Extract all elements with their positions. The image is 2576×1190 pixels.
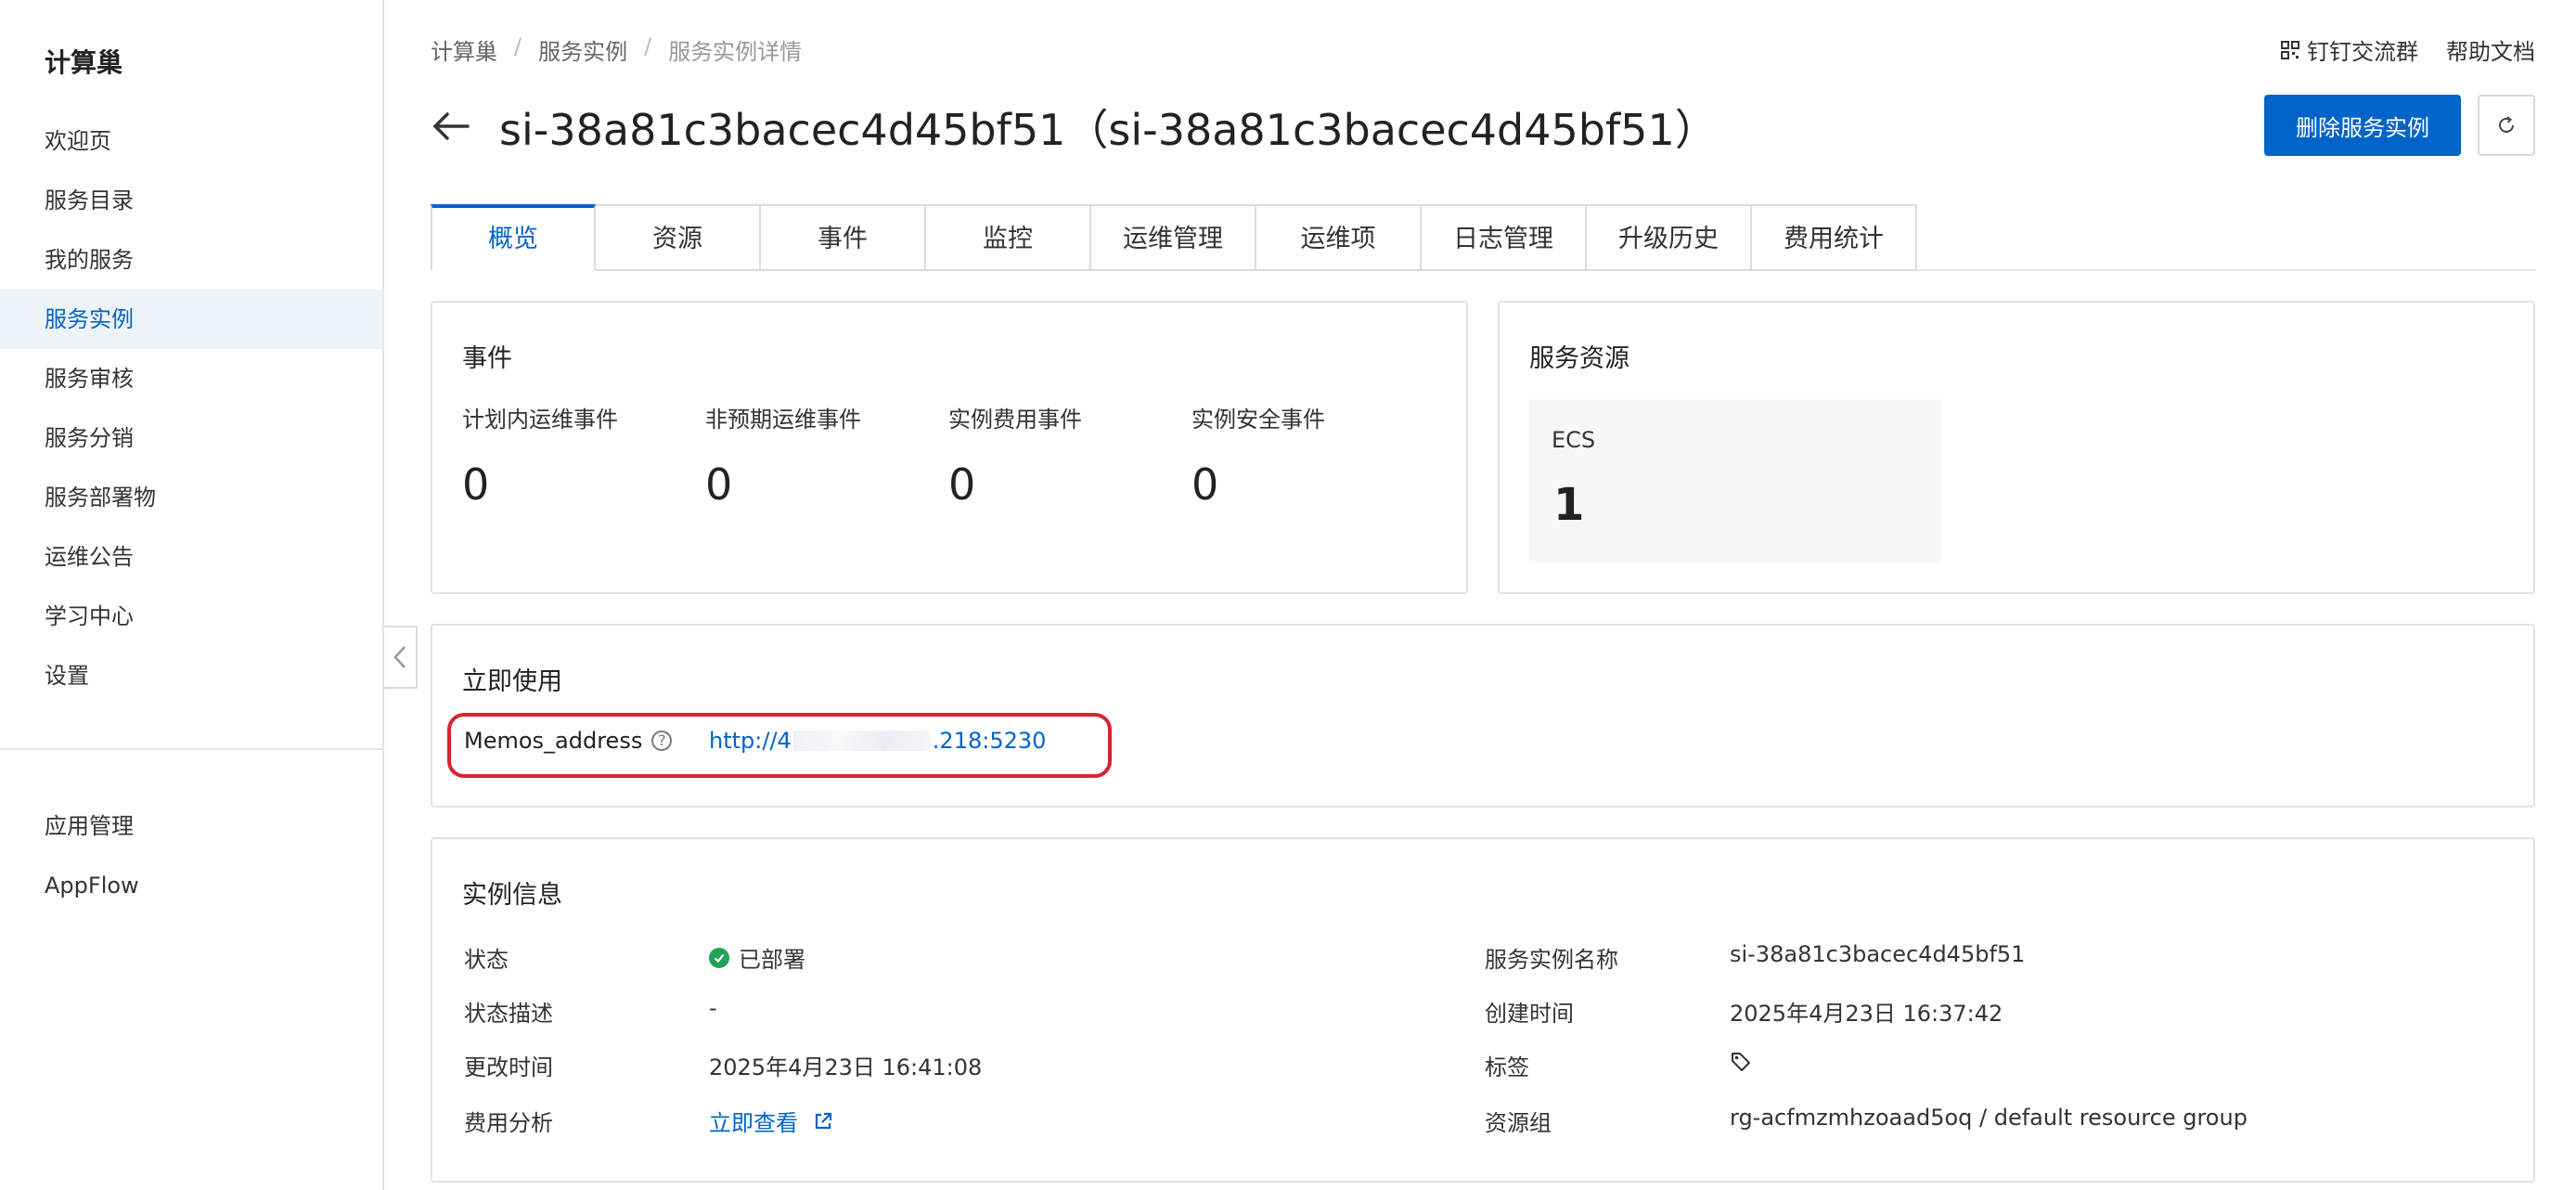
event-stat-planned[interactable]: 计划内运维事件 0 [462,401,618,510]
info-value-created-time: 2025年4月23日 16:37:42 [1730,1001,2003,1027]
tab-bar: 概览 资源 事件 监控 运维管理 运维项 日志管理 升级历史 费用统计 [431,204,1917,271]
sidebar-item-service-catalog[interactable]: 服务目录 [0,171,382,230]
breadcrumb-item-current: 服务实例详情 [668,39,803,65]
instance-info-title: 实例信息 [462,881,562,910]
delete-instance-button[interactable]: 删除服务实例 [2264,95,2461,156]
event-stat-label: 非预期运维事件 [705,407,861,433]
memos-address-link-prefix: http://4 [709,728,792,754]
question-icon[interactable]: ? [651,731,673,751]
external-link-icon [815,1112,832,1129]
sidebar-collapse-button[interactable] [384,626,418,689]
status-text: 已部署 [739,947,805,973]
sidebar: 计算巢 欢迎页 服务目录 我的服务 服务实例 服务审核 服务分销 服务部署物 运… [0,0,384,1190]
tab-overview[interactable]: 概览 [431,204,596,271]
dingtalk-group-link[interactable]: 钉钉交流群 [2281,33,2418,66]
use-now-title: 立即使用 [462,667,562,696]
help-docs-link[interactable]: 帮助文档 [2446,33,2535,66]
info-label-status: 状态 [464,947,509,973]
tag-icon [1732,1053,1750,1071]
sidebar-title: 计算巢 [45,47,123,78]
dingtalk-group-label: 钉钉交流群 [2307,39,2418,65]
tab-monitoring[interactable]: 监控 [926,204,1091,271]
memos-address-link[interactable]: http://4 .218:5230 [709,728,1046,754]
refresh-button[interactable] [2478,95,2535,156]
tab-cost-statistics[interactable]: 费用统计 [1752,204,1917,271]
cost-analysis-link[interactable]: 立即查看 [709,1105,833,1137]
sidebar-item-settings[interactable]: 设置 [0,646,382,705]
sidebar-item-deployables[interactable]: 服务部署物 [0,468,382,527]
sidebar-item-service-instances[interactable]: 服务实例 [0,290,382,349]
sidebar-item-app-management[interactable]: 应用管理 [0,796,382,856]
memos-address-label: Memos_address ? [464,728,673,754]
event-stat-unexpected[interactable]: 非预期运维事件 0 [705,401,861,510]
service-resources-title: 服务资源 [1529,344,1629,373]
resource-label: ECS [1552,427,1596,453]
resource-ecs-tile[interactable]: ECS 1 [1529,399,1941,563]
chevron-left-icon [393,646,406,668]
info-value-modified-time: 2025年4月23日 16:41:08 [709,1054,983,1080]
tab-ops-management[interactable]: 运维管理 [1091,204,1256,271]
sidebar-item-service-review[interactable]: 服务审核 [0,349,382,408]
event-stat-label: 实例安全事件 [1191,407,1325,433]
back-arrow-icon[interactable] [429,104,473,149]
info-label-tags: 标签 [1485,1054,1529,1080]
resource-count: 1 [1553,479,1585,531]
tab-upgrade-history[interactable]: 升级历史 [1587,204,1752,271]
cost-analysis-link-text: 立即查看 [709,1110,798,1136]
sidebar-item-service-distribution[interactable]: 服务分销 [0,408,382,468]
info-label-created-time: 创建时间 [1485,1001,1574,1027]
redacted-ip-blur [792,731,931,751]
breadcrumb-separator: / [514,33,522,59]
info-value-status-desc: - [709,995,717,1021]
info-label-resource-group: 资源组 [1485,1110,1552,1136]
sidebar-item-welcome[interactable]: 欢迎页 [0,111,382,171]
event-stat-value: 0 [1191,459,1219,510]
info-value-status: 已部署 [709,941,805,974]
tab-resources[interactable]: 资源 [596,204,761,271]
tab-log-management[interactable]: 日志管理 [1422,204,1587,271]
info-label-status-desc: 状态描述 [464,1001,553,1027]
event-stat-value: 0 [948,459,976,510]
page-title: si-38a81c3bacec4d45bf51（si-38a81c3bacec4… [499,105,1718,155]
check-circle-icon [709,947,729,968]
info-value-tags[interactable] [1730,1051,1752,1073]
info-label-cost-analysis: 费用分析 [464,1110,553,1136]
sidebar-item-appflow[interactable]: AppFlow [0,856,382,915]
breadcrumb-item-service-instances[interactable]: 服务实例 [538,33,627,66]
sidebar-item-learning-center[interactable]: 学习中心 [0,587,382,646]
event-stat-value: 0 [705,459,733,510]
breadcrumb: 计算巢 / 服务实例 / 服务实例详情 [431,33,802,66]
event-stat-security[interactable]: 实例安全事件 0 [1191,401,1325,510]
events-card: 事件 计划内运维事件 0 非预期运维事件 0 实例费用事件 0 实例安全事件 0 [431,301,1468,594]
event-stat-value: 0 [462,459,490,510]
breadcrumb-item-compute-nest[interactable]: 计算巢 [431,33,497,66]
sidebar-item-my-services[interactable]: 我的服务 [0,230,382,290]
service-resources-card: 服务资源 ECS 1 [1498,301,2535,594]
breadcrumb-separator: / [644,33,652,59]
memos-address-text: Memos_address [464,728,643,754]
sidebar-item-ops-announcements[interactable]: 运维公告 [0,527,382,587]
events-card-title: 事件 [462,344,512,373]
qr-code-icon [2281,40,2299,59]
event-stat-cost[interactable]: 实例费用事件 0 [948,401,1082,510]
memos-address-link-suffix: .218:5230 [932,728,1047,754]
tab-events[interactable]: 事件 [761,204,926,271]
event-stat-label: 实例费用事件 [948,407,1082,433]
event-stat-label: 计划内运维事件 [462,407,618,433]
refresh-icon [2499,116,2514,133]
top-links: 钉钉交流群 帮助文档 [2281,33,2535,66]
info-label-modified-time: 更改时间 [464,1054,553,1080]
tab-ops-items[interactable]: 运维项 [1256,204,1422,271]
info-label-instance-name: 服务实例名称 [1485,947,1618,973]
sidebar-divider [0,748,382,750]
info-value-resource-group: rg-acfmzmhzoaad5oq / default resource gr… [1730,1105,2248,1131]
info-value-instance-name: si-38a81c3bacec4d45bf51 [1730,941,2026,967]
